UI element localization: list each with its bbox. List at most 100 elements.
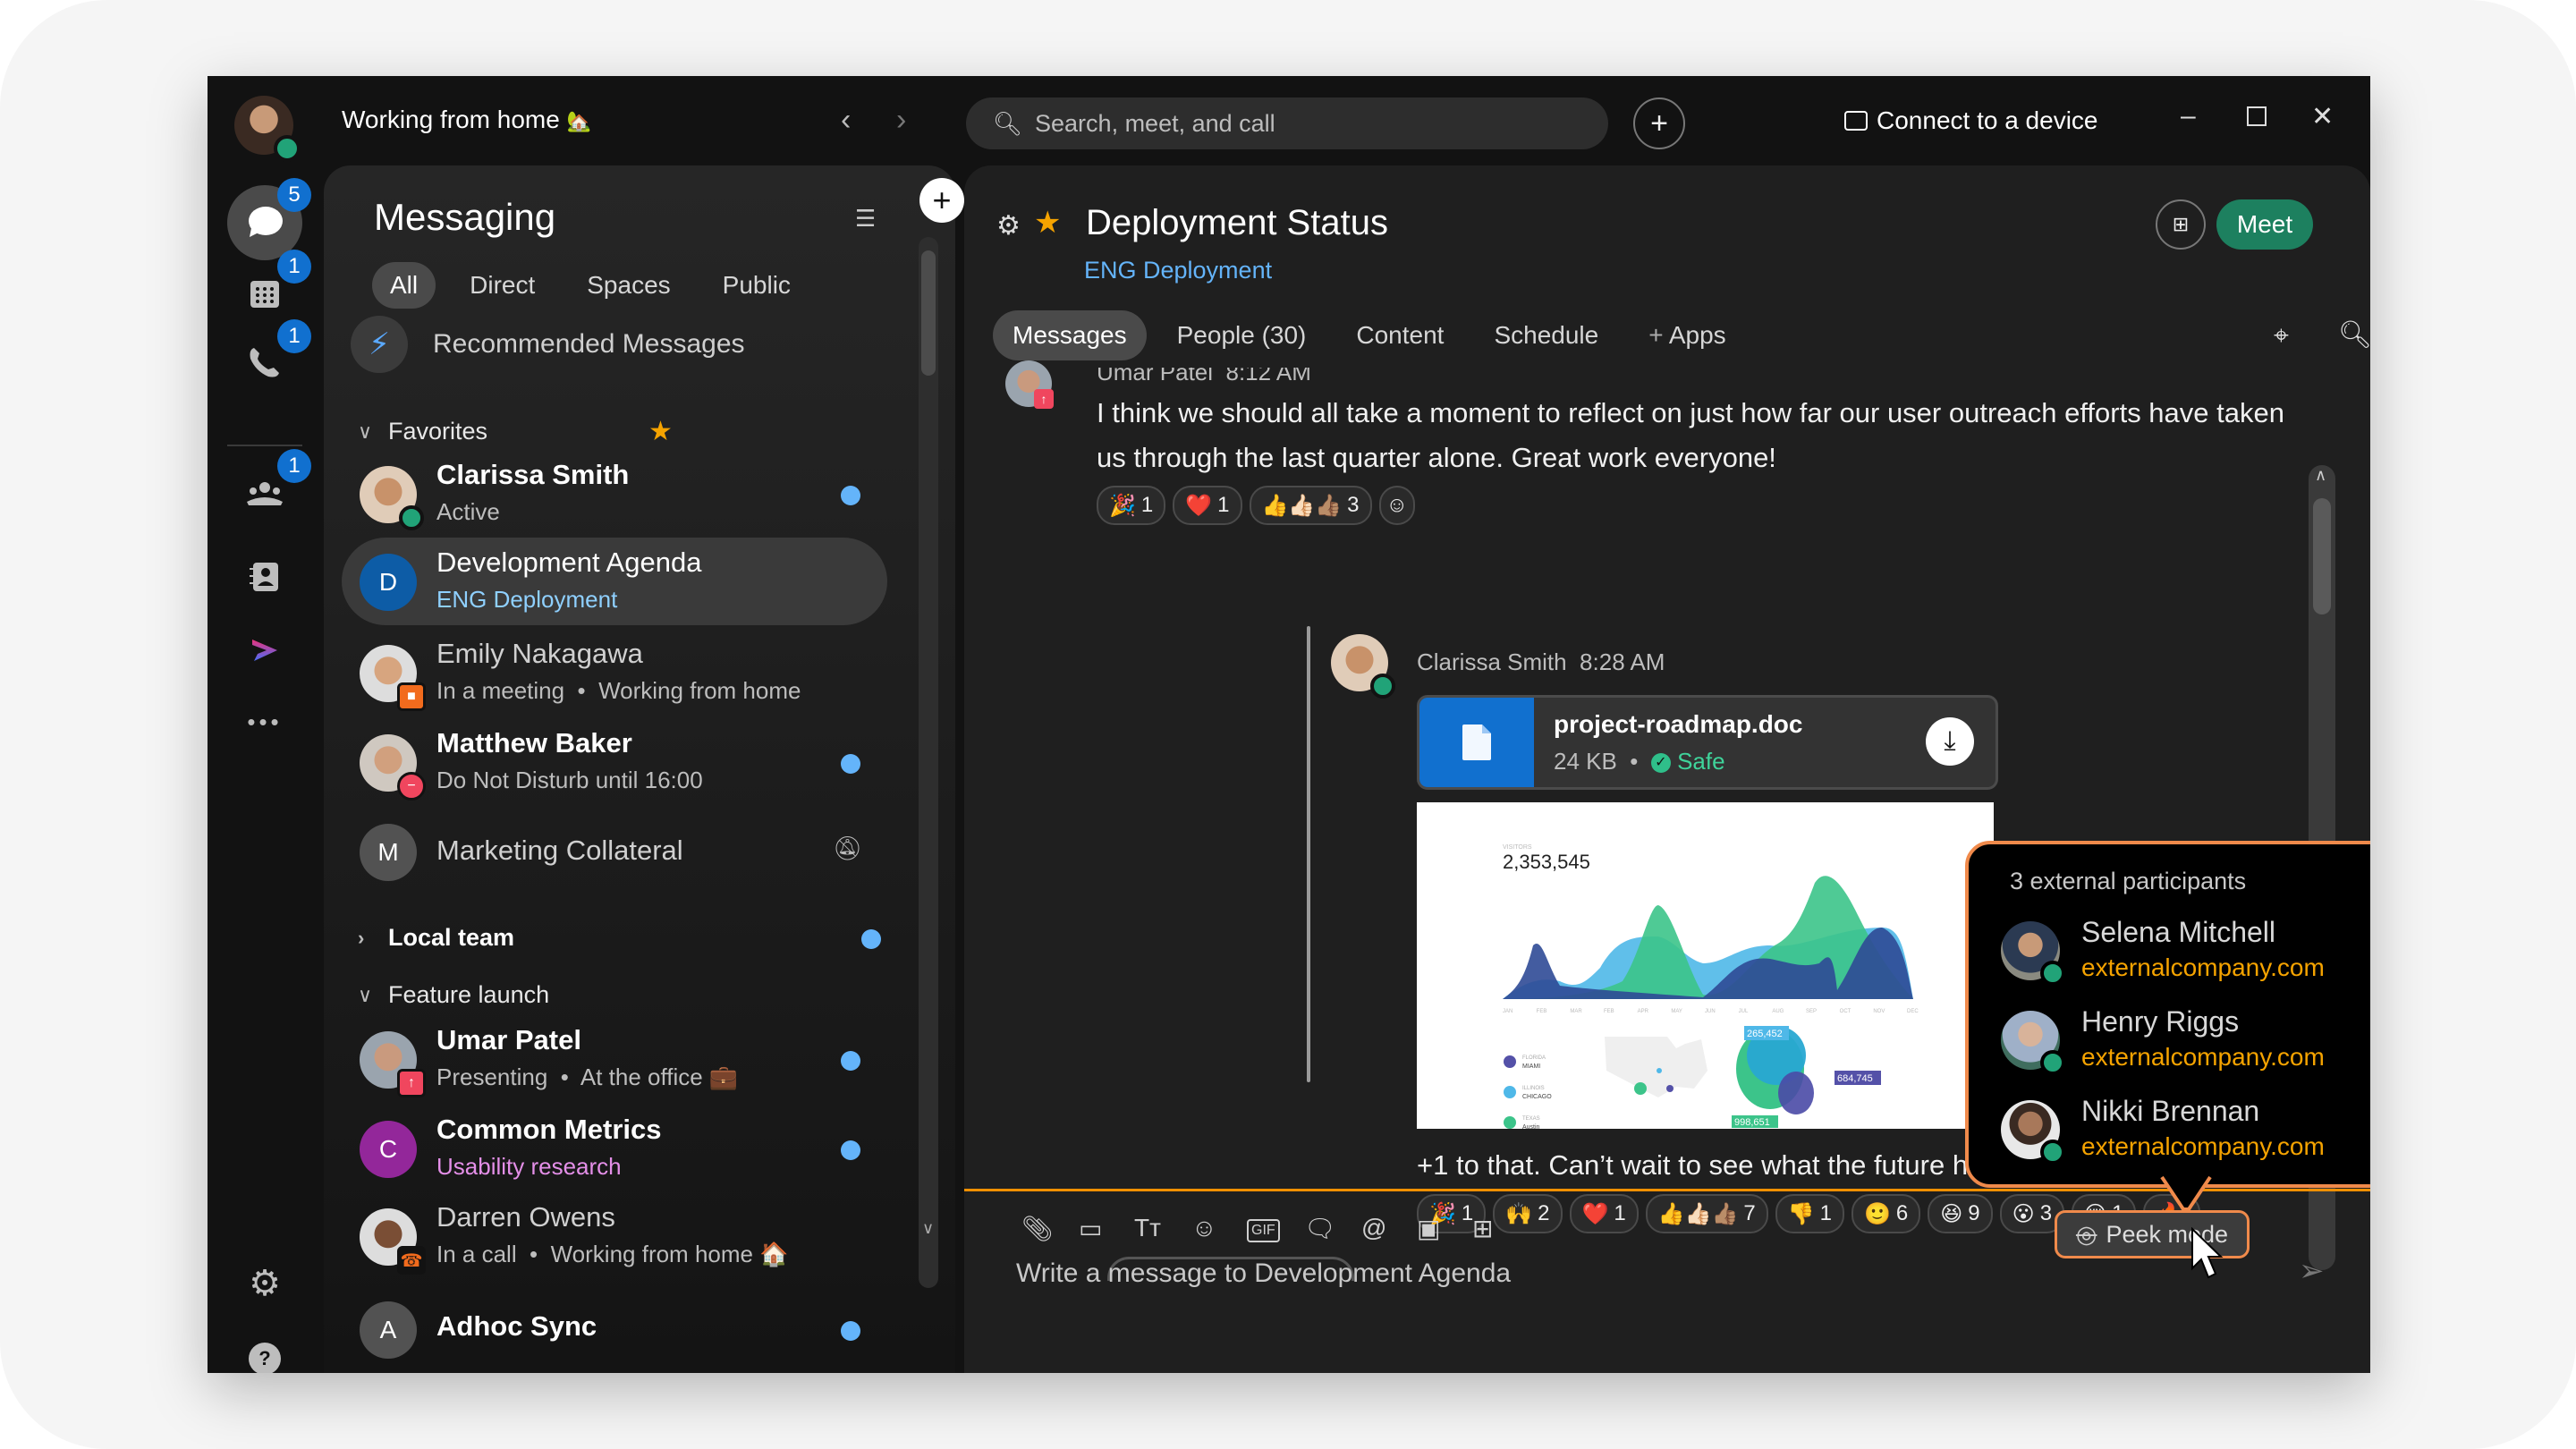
- presenting-icon: ↑: [397, 1069, 426, 1097]
- participant[interactable]: Henry Riggs externalcompany.com: [2001, 1005, 2370, 1086]
- list-item-selected[interactable]: D Development Agenda ENG Deployment: [342, 538, 887, 625]
- chevron-left-icon[interactable]: ‹: [841, 103, 851, 138]
- list-item[interactable]: ■ Emily Nakagawa In a meeting • Working …: [342, 629, 887, 716]
- plus-icon: +: [1648, 321, 1669, 349]
- scroll-up-icon[interactable]: ∧: [2315, 466, 2326, 485]
- participant[interactable]: Selena Mitchell externalcompany.com: [2001, 916, 2370, 996]
- mention-icon[interactable]: @: [1361, 1214, 1386, 1242]
- scroll-down-icon[interactable]: ∨: [922, 1219, 934, 1238]
- reaction-chip[interactable]: ❤️ 1: [1173, 486, 1242, 525]
- star-icon: ★: [648, 417, 673, 446]
- reaction-chip[interactable]: 😆 9: [1928, 1194, 1993, 1233]
- star-icon[interactable]: ★: [1034, 205, 1061, 241]
- gif-icon[interactable]: GIF: [1247, 1219, 1280, 1242]
- whiteboard-icon[interactable]: ▭: [1079, 1214, 1102, 1243]
- new-action-button[interactable]: +: [1633, 97, 1685, 149]
- list-item[interactable]: M Marketing Collateral 🔕︎: [342, 808, 887, 895]
- bubble-miami: [1778, 1072, 1814, 1114]
- reaction-chip[interactable]: ❤️ 1: [1569, 1194, 1639, 1233]
- unread-badge: 1: [277, 319, 311, 353]
- month-tick: DEC: [1907, 1009, 1919, 1014]
- rail-teams[interactable]: 1: [227, 449, 311, 531]
- connect-device-button[interactable]: Connect to a device: [1844, 106, 2098, 135]
- contact-card-icon[interactable]: ▣: [1417, 1214, 1440, 1243]
- rail-help[interactable]: ?: [227, 1321, 302, 1373]
- search-input[interactable]: 🔍︎ Search, meet, and call: [966, 97, 1608, 149]
- meet-button[interactable]: Meet: [2216, 199, 2313, 250]
- list-item[interactable]: ↑ Umar Patel Presenting • At the office …: [342, 1015, 887, 1103]
- minimize-button[interactable]: –: [2181, 101, 2196, 131]
- rail-settings[interactable]: ⚙︎: [227, 1246, 302, 1321]
- rail-contacts[interactable]: [227, 539, 302, 614]
- unread-dot: [841, 1051, 860, 1071]
- device-icon: [1844, 111, 1868, 131]
- sticker-icon[interactable]: 🗨︎: [1304, 1214, 1336, 1243]
- reaction-chip[interactable]: 🙌 2: [1493, 1194, 1563, 1233]
- rail-calling[interactable]: 1: [227, 319, 311, 400]
- video-message-icon[interactable]: ⊞: [1472, 1214, 1493, 1243]
- schedule-meeting-button[interactable]: ⊞: [2156, 199, 2206, 250]
- text-format-icon[interactable]: Tᴛ: [1134, 1214, 1161, 1242]
- filter-all[interactable]: All: [372, 262, 436, 309]
- pin-icon[interactable]: ⌖: [2274, 321, 2289, 352]
- section-local-team[interactable]: › Local team: [358, 924, 514, 952]
- list-item[interactable]: − Matthew Baker Do Not Disturb until 16:…: [342, 718, 887, 806]
- add-reaction-button[interactable]: ☺︎: [1378, 486, 1416, 525]
- section-feature-launch[interactable]: ∨ Feature launch: [358, 981, 549, 1009]
- close-button[interactable]: ✕: [2311, 101, 2334, 132]
- send-icon[interactable]: ➢: [2299, 1253, 2325, 1289]
- month-tick: FEB: [1604, 1009, 1614, 1014]
- reaction-chip[interactable]: 👍👍🏻👍🏽 3: [1249, 486, 1372, 525]
- rail-more[interactable]: •••: [227, 684, 302, 759]
- list-item[interactable]: A Adhoc Sync: [342, 1285, 887, 1373]
- section-favorites[interactable]: ∨ Favorites ★: [358, 416, 673, 447]
- muted-bell-icon: 🔕︎: [832, 835, 862, 861]
- download-button[interactable]: ⤓: [1926, 717, 1974, 766]
- bubble-label: 684,745: [1837, 1073, 1873, 1084]
- reaction-chip[interactable]: 🎉 1: [1097, 486, 1166, 525]
- reaction-chip[interactable]: 🙂 6: [1852, 1194, 1921, 1233]
- search-icon[interactable]: 🔍︎: [2338, 319, 2370, 351]
- my-status[interactable]: Working from home 🏡: [342, 106, 591, 134]
- filter-public[interactable]: Public: [705, 262, 809, 309]
- my-avatar[interactable]: [234, 96, 301, 162]
- popover-pointer: [2160, 1175, 2212, 1211]
- reaction-chip[interactable]: 👍👍🏻👍🏽 7: [1645, 1194, 1768, 1233]
- month-tick: NOV: [1873, 1009, 1885, 1014]
- list-scrollbar-thumb[interactable]: [921, 250, 936, 376]
- rail-vidcast[interactable]: [227, 613, 302, 688]
- gear-icon[interactable]: ⚙︎: [996, 210, 1021, 242]
- add-conversation-button[interactable]: +: [919, 178, 964, 223]
- month-axis: JAN FEB MAR FEB APR MAY JUN JUL AUG SEP OCT NOV DEC: [1503, 1009, 1919, 1014]
- attach-icon[interactable]: 📎︎: [1021, 1214, 1054, 1243]
- file-attachment[interactable]: project-roadmap.doc 24 KB • ✓ Safe ⤓: [1417, 695, 1998, 790]
- list-scrollbar[interactable]: [919, 237, 938, 1288]
- list-item[interactable]: C Common Metrics Usability research: [342, 1105, 887, 1192]
- document-icon: [1419, 698, 1534, 787]
- chevron-right-icon[interactable]: ›: [896, 103, 906, 138]
- phone-icon: [250, 348, 279, 377]
- message-input[interactable]: Write a message to Development Agenda: [1016, 1258, 1511, 1289]
- participant[interactable]: Nikki Brennan externalcompany.com: [2001, 1095, 2370, 1175]
- emoji-icon[interactable]: ☺︎: [1191, 1214, 1217, 1242]
- maximize-button[interactable]: [2247, 97, 2267, 133]
- map-dot-miami: [1666, 1085, 1674, 1092]
- month-tick: JUN: [1705, 1009, 1716, 1014]
- recommended-messages[interactable]: ⚡︎ Recommended Messages: [351, 316, 745, 373]
- filter-direct[interactable]: Direct: [452, 262, 553, 309]
- list-item[interactable]: Clarissa Smith Active: [342, 450, 887, 538]
- shared-image[interactable]: VISITORS 2,353,545 JAN FEB MAR FEB APR MAY JUN…: [1417, 802, 1994, 1131]
- month-tick: APR: [1638, 1009, 1649, 1014]
- team-link[interactable]: ENG Deployment: [1084, 257, 1272, 284]
- tab-content[interactable]: Content: [1336, 310, 1463, 360]
- tab-schedule[interactable]: Schedule: [1474, 310, 1618, 360]
- tab-people[interactable]: People (30): [1157, 310, 1326, 360]
- tab-messages[interactable]: Messages: [993, 310, 1147, 360]
- filter-spaces[interactable]: Spaces: [569, 262, 688, 309]
- message-scrollbar-thumb[interactable]: [2313, 498, 2331, 614]
- filter-icon[interactable]: ☰: [855, 205, 876, 233]
- list-item[interactable]: ☎︎ Darren Owens In a call • Working from…: [342, 1192, 887, 1280]
- tab-apps[interactable]: + Apps: [1629, 310, 1745, 360]
- reaction-chip[interactable]: 👎 1: [1775, 1194, 1845, 1233]
- month-tick: JAN: [1503, 1009, 1513, 1014]
